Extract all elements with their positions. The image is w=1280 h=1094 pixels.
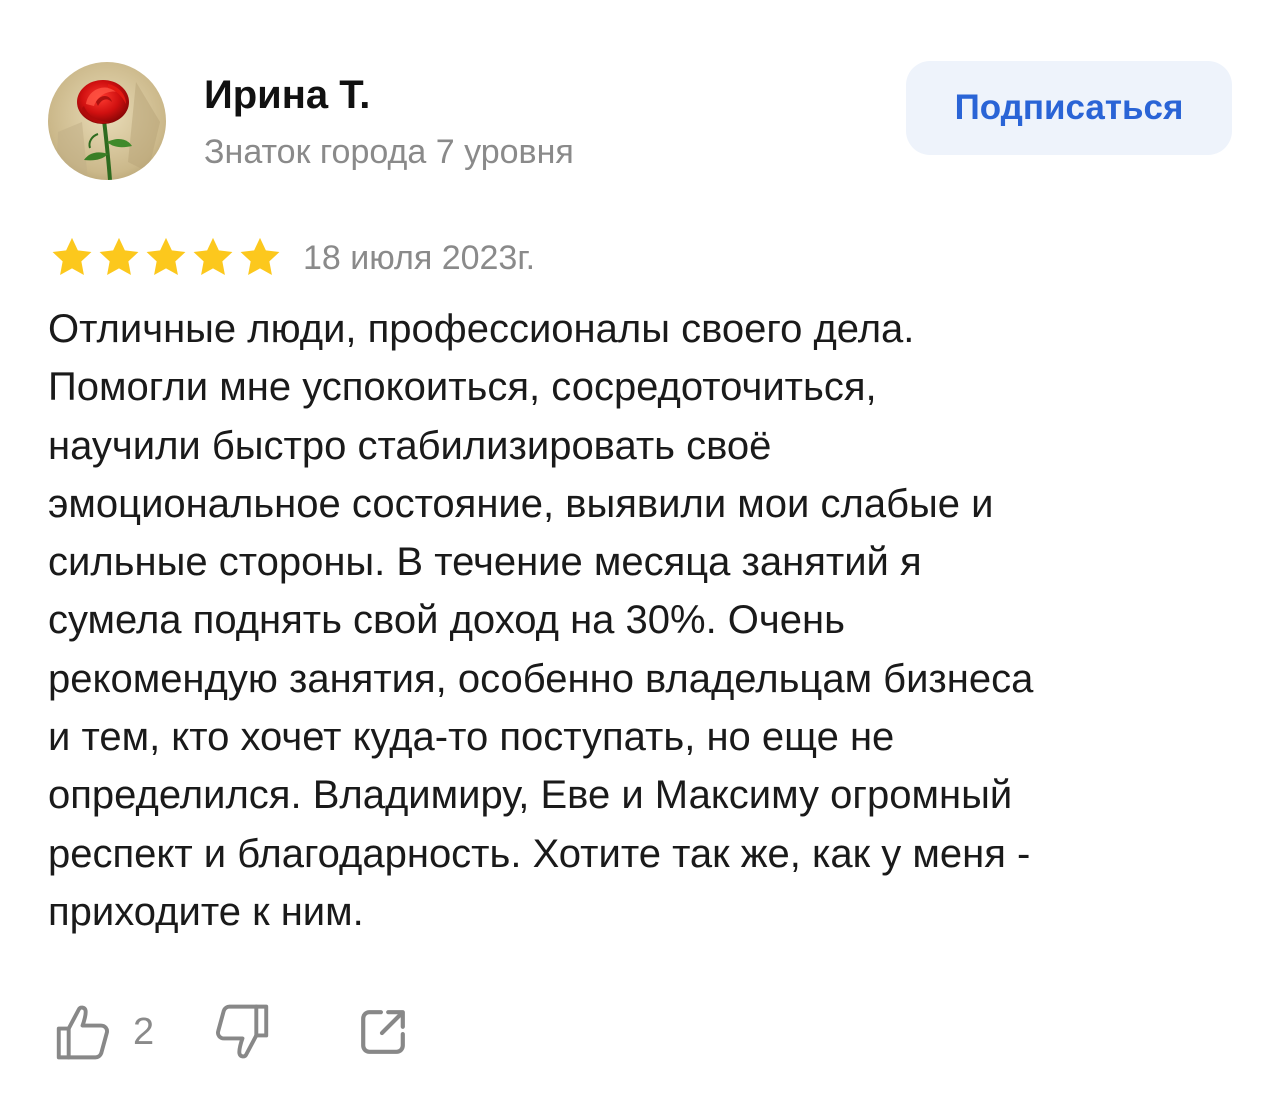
review-line: Отличные люди, профессионалы своего дела… — [48, 307, 915, 351]
share-button[interactable] — [358, 1007, 408, 1057]
rating-stars — [50, 235, 282, 279]
star-icon — [52, 237, 92, 275]
review-line: респект и благодарность. Хотите так же, … — [48, 831, 1031, 876]
star-icon — [99, 237, 139, 275]
dislike-button[interactable] — [214, 1002, 270, 1062]
review-line: и тем, кто хочет куда-то поступать, но е… — [48, 715, 895, 760]
review-date: 18 июля 2023г. — [303, 239, 536, 277]
review-line: приходите к ним. — [48, 889, 364, 934]
review-line: Помогли мне успокоиться, сосредоточиться… — [48, 365, 877, 410]
review-line: сильные стороны. В течение месяца заняти… — [48, 540, 922, 585]
review-text: Отличные люди, профессионалы своего дела… — [48, 300, 1248, 941]
like-count: 2 — [133, 1010, 155, 1053]
author-level: Знаток города 7 уровня — [204, 133, 574, 171]
review-line: рекомендую занятия, особенно владельцам … — [48, 656, 1034, 701]
red-rose-avatar-icon — [48, 62, 166, 180]
review-line: научили быстро стабилизировать своё — [48, 423, 772, 468]
avatar[interactable] — [48, 62, 166, 180]
thumbs-down-icon — [216, 1004, 269, 1059]
review-line: эмоциональное состояние, выявили мои сла… — [48, 481, 994, 526]
review-line: определился. Владимиру, Еве и Максиму ог… — [48, 773, 1013, 818]
author-name[interactable]: Ирина Т. — [204, 70, 370, 120]
thumbs-up-icon — [56, 1005, 109, 1060]
star-icon — [193, 237, 233, 275]
star-icon — [240, 237, 280, 275]
share-icon — [361, 1010, 406, 1054]
like-button[interactable]: 2 — [55, 1002, 154, 1062]
star-icon — [146, 237, 186, 275]
subscribe-button[interactable]: Подписаться — [906, 61, 1232, 155]
review-actions: 2 — [55, 1000, 408, 1064]
review-line: сумела поднять свой доход на 30%. Очень — [48, 598, 845, 643]
